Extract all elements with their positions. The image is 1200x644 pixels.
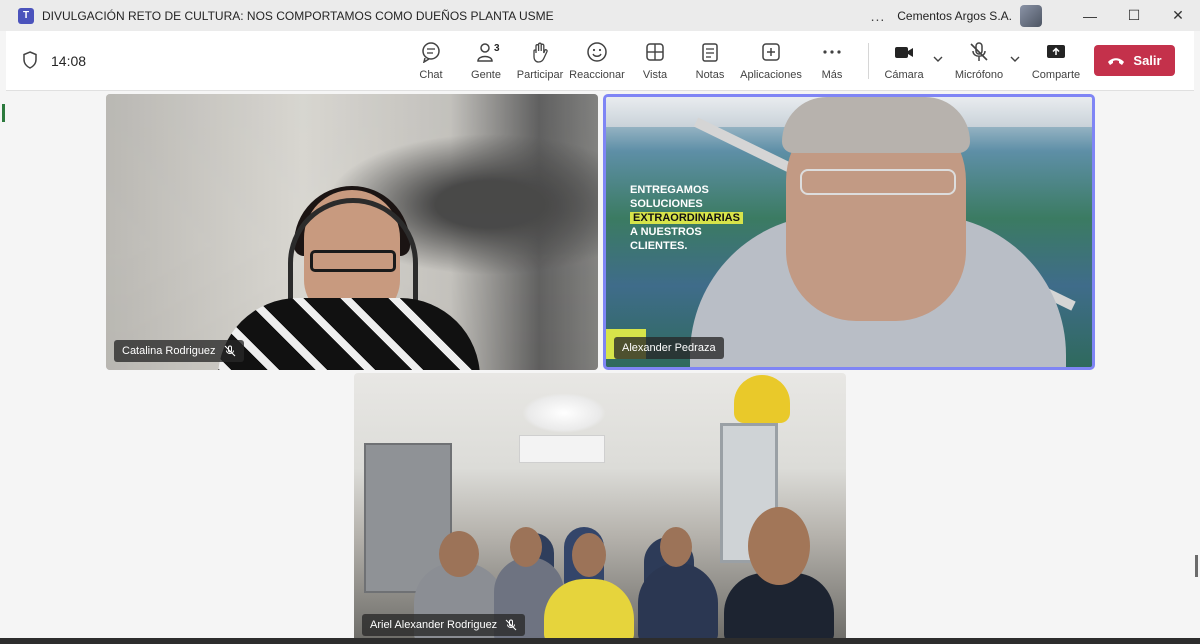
- participant-name-tag: Alexander Pedraza: [614, 337, 724, 359]
- video-figure-face: [748, 507, 810, 585]
- scrollbar-thumb[interactable]: [1195, 555, 1198, 577]
- raise-hand-label: Participar: [516, 69, 564, 81]
- video-figure-face: [510, 527, 542, 567]
- participant-tile-alexander[interactable]: ENTREGAMOS SOLUCIONES EXTRAORDINARIAS A …: [603, 94, 1095, 370]
- chat-label: Chat: [419, 69, 443, 81]
- background-banner: ENTREGAMOS SOLUCIONES EXTRAORDINARIAS A …: [630, 183, 743, 253]
- title-bar: T DIVULGACIÓN RETO DE CULTURA: NOS COMPO…: [0, 0, 1200, 31]
- meeting-title: DIVULGACIÓN RETO DE CULTURA: NOS COMPORT…: [42, 8, 554, 23]
- notes-icon: [702, 43, 718, 62]
- people-button[interactable]: 3 Gente: [456, 41, 516, 81]
- chat-button[interactable]: Chat: [401, 41, 461, 81]
- banner-highlight: EXTRAORDINARIAS: [630, 212, 743, 224]
- participant-tile-ariel[interactable]: Ariel Alexander Rodriguez: [354, 373, 846, 644]
- microphone-options-chevron-down-icon[interactable]: [1009, 53, 1021, 65]
- people-count: 3: [494, 43, 500, 54]
- video-glasses: [310, 250, 396, 272]
- video-figure-face: [439, 531, 479, 577]
- chat-icon: [422, 42, 440, 63]
- more-button[interactable]: Más: [802, 41, 862, 81]
- react-label: Reaccionar: [569, 69, 625, 81]
- microphone-button[interactable]: Micrófono: [949, 41, 1009, 81]
- video-figure: [544, 579, 634, 644]
- share-button[interactable]: Comparte: [1026, 41, 1086, 81]
- meeting-toolbar: 14:08 Chat 3 Gente Participar Reaccionar…: [6, 31, 1194, 91]
- meeting-timer: 14:08: [51, 53, 87, 69]
- leave-label: Salir: [1133, 53, 1162, 68]
- leave-button[interactable]: Salir: [1094, 45, 1175, 76]
- more-label: Más: [821, 69, 843, 81]
- participant-name-tag: Catalina Rodriguez: [114, 340, 244, 362]
- video-glasses: [800, 169, 956, 195]
- react-button[interactable]: Reaccionar: [567, 41, 627, 81]
- taskbar-strip: [0, 638, 1200, 644]
- share-label: Comparte: [1031, 69, 1081, 81]
- ellipsis-icon: [823, 50, 841, 54]
- share-screen-icon: [1047, 45, 1065, 58]
- camera-options-chevron-down-icon[interactable]: [932, 53, 944, 65]
- video-stage: Catalina Rodriguez ENTREGAMOS SOLUCIONES…: [6, 92, 1194, 644]
- teams-logo-icon: T: [18, 7, 34, 24]
- avatar[interactable]: [1020, 4, 1042, 27]
- video-figure-face: [572, 533, 606, 577]
- notes-button[interactable]: Notas: [680, 41, 740, 81]
- microphone-label: Micrófono: [954, 69, 1004, 81]
- video-air-conditioner: [519, 435, 605, 463]
- banner-line: CLIENTES.: [630, 240, 688, 252]
- hand-icon: [533, 42, 548, 63]
- raise-hand-button[interactable]: Participar: [510, 41, 570, 81]
- participant-name: Alexander Pedraza: [622, 342, 716, 354]
- more-options-icon[interactable]: ...: [871, 8, 886, 24]
- shield-icon[interactable]: [22, 51, 38, 69]
- participant-tile-catalina[interactable]: Catalina Rodriguez: [106, 94, 598, 370]
- toolbar-divider: [868, 43, 869, 79]
- video-figure-face: [660, 527, 692, 567]
- participant-name: Ariel Alexander Rodriguez: [370, 619, 498, 631]
- hang-up-icon: [1108, 57, 1125, 65]
- camera-label: Cámara: [884, 69, 924, 81]
- notes-label: Notas: [695, 69, 725, 81]
- minimize-button[interactable]: —: [1068, 0, 1112, 31]
- video-figure: [638, 563, 718, 644]
- banner-line: SOLUCIONES: [630, 198, 703, 210]
- microphone-muted-icon: [224, 345, 235, 357]
- organization-name[interactable]: Cementos Argos S.A.: [897, 9, 1012, 23]
- view-label: Vista: [642, 69, 668, 81]
- people-label: Gente: [471, 69, 501, 81]
- grid-view-icon: [646, 43, 664, 61]
- video-figure-hair: [782, 97, 970, 153]
- video-figure-body: [218, 298, 480, 370]
- participant-name: Catalina Rodriguez: [122, 345, 216, 357]
- close-button[interactable]: ✕: [1156, 0, 1200, 31]
- camera-icon: [895, 47, 913, 58]
- video-ceiling-light: [522, 393, 606, 433]
- banner-line: ENTREGAMOS: [630, 184, 709, 196]
- add-app-icon: [762, 43, 780, 61]
- emoji-icon: [587, 42, 607, 62]
- view-button[interactable]: Vista: [625, 41, 685, 81]
- participant-name-tag: Ariel Alexander Rodriguez: [362, 614, 526, 636]
- microphone-muted-icon: [970, 42, 988, 61]
- camera-button[interactable]: Cámara: [874, 41, 934, 81]
- window-edge-indicator: [2, 104, 5, 122]
- banner-line: A NUESTROS: [630, 226, 702, 238]
- maximize-button[interactable]: ☐: [1112, 0, 1156, 31]
- apps-button[interactable]: Aplicaciones: [740, 41, 802, 81]
- apps-label: Aplicaciones: [740, 69, 802, 81]
- microphone-muted-icon: [505, 619, 517, 631]
- video-hard-hat: [734, 375, 790, 423]
